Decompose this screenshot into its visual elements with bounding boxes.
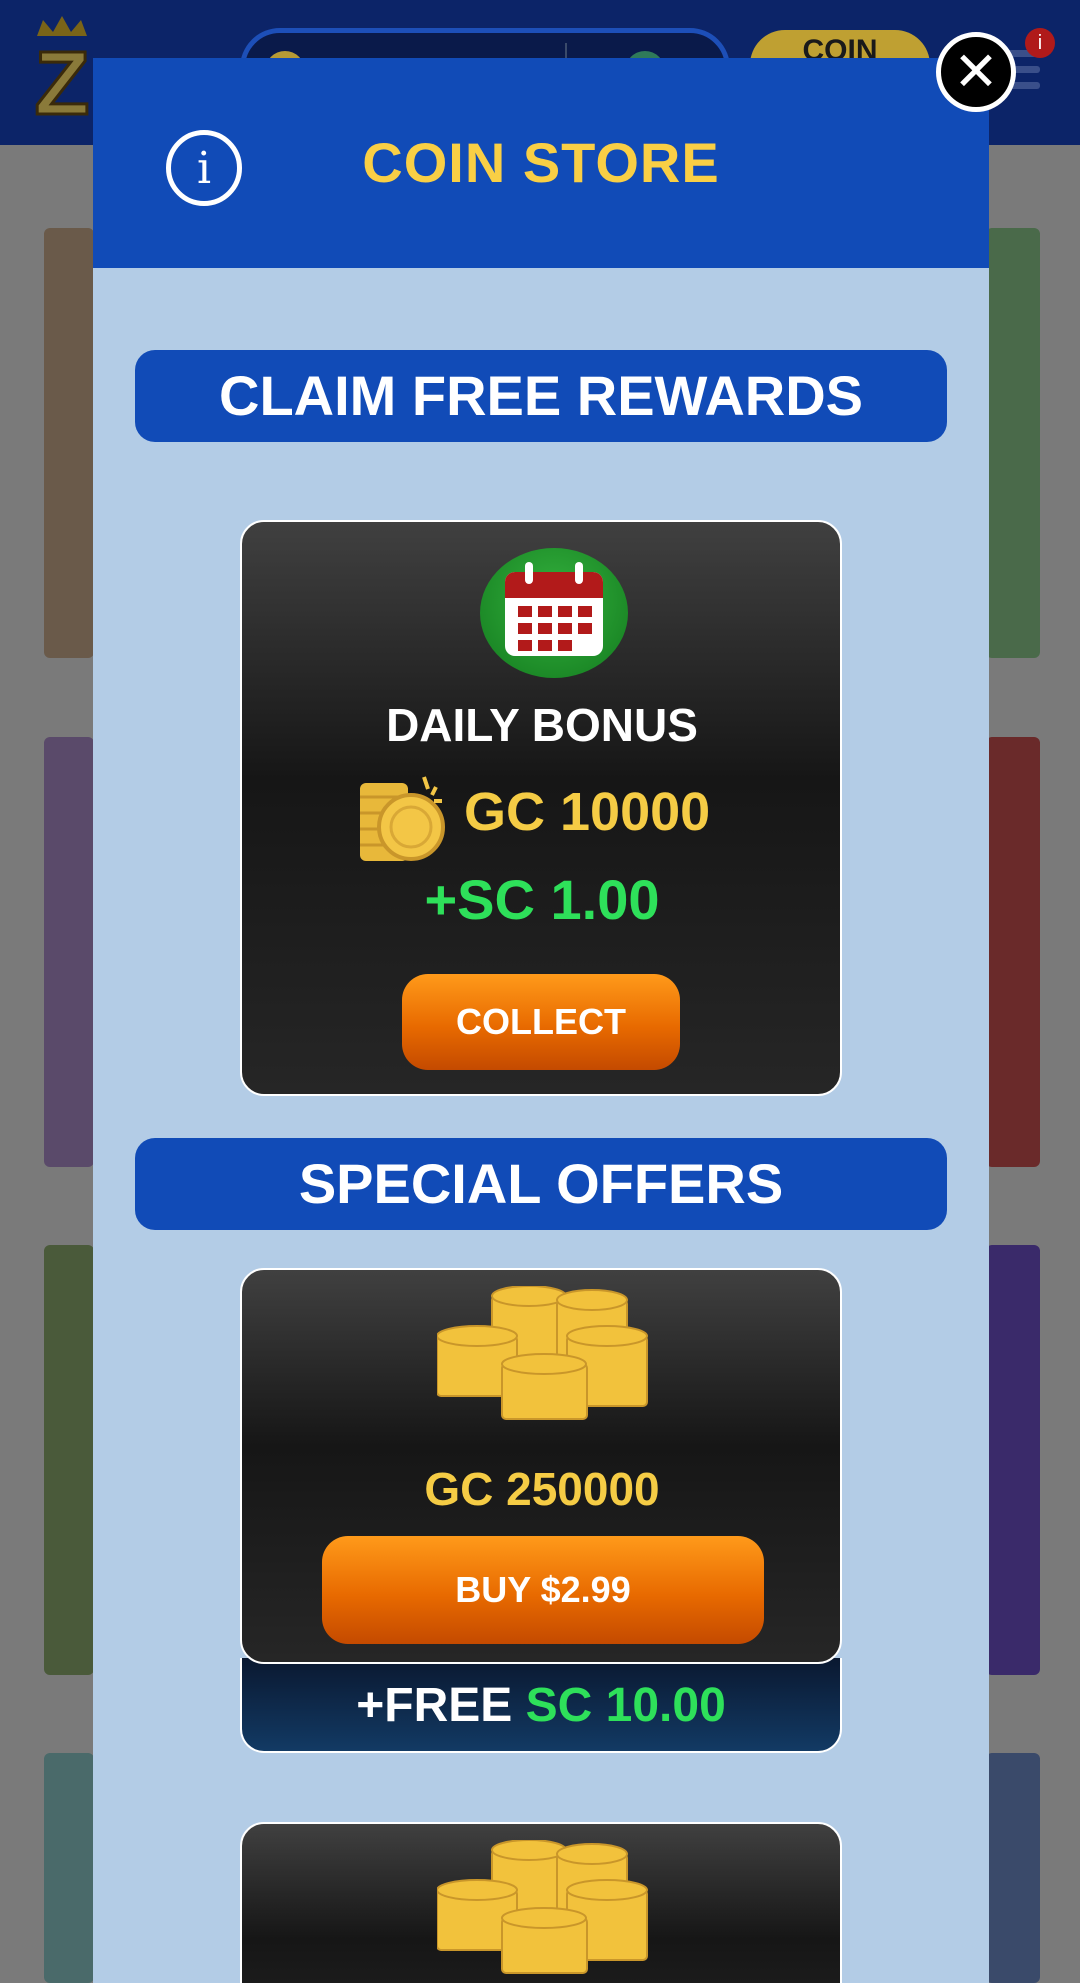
modal-title: COIN STORE: [362, 131, 720, 194]
game-tile: [44, 228, 94, 658]
daily-sc-amount: +SC 1.00: [424, 868, 660, 931]
close-icon[interactable]: ✕: [936, 32, 1016, 112]
game-tile: [986, 737, 1040, 1167]
game-tile: [986, 1753, 1040, 1983]
game-tile: [986, 228, 1040, 658]
calendar-icon: [480, 548, 628, 678]
app-logo: Z: [33, 16, 91, 124]
game-tile: [986, 1245, 1040, 1675]
offer-bonus-strip: +FREE SC 10.00: [240, 1658, 842, 1753]
daily-bonus-card: DAILY BONUS GC 10000 +SC 1.00 COLLECT: [240, 520, 842, 1096]
daily-bonus-title: DAILY BONUS: [386, 699, 698, 751]
svg-text:Z: Z: [35, 34, 90, 124]
bonus-prefix: +FREE: [356, 1679, 513, 1732]
modal-header: i COIN STORE: [93, 58, 989, 268]
coin-stack-icon: [437, 1840, 648, 1974]
bonus-sc-amount: SC 10.00: [525, 1679, 726, 1732]
offer-card: [240, 1822, 842, 1983]
buy-button[interactable]: BUY $2.99: [322, 1536, 764, 1644]
gold-coin-icon: [360, 776, 445, 861]
game-tile: [44, 737, 94, 1167]
collect-button[interactable]: COLLECT: [402, 974, 680, 1070]
daily-gc-row: GC 10000: [242, 767, 842, 867]
offer-gc-amount: GC 250000: [424, 1463, 660, 1515]
game-tile: [44, 1753, 94, 1983]
notification-badge: i: [1025, 28, 1055, 58]
offer-card: GC 250000 BUY $2.99: [240, 1268, 842, 1664]
coin-stack-icon: [437, 1286, 648, 1420]
coin-store-modal: i COIN STORE CLAIM FREE REWARDS DAILY BO…: [93, 58, 989, 1983]
section-header-special-offers: SPECIAL OFFERS: [135, 1138, 947, 1230]
game-tile: [44, 1245, 94, 1675]
section-header-free-rewards: CLAIM FREE REWARDS: [135, 350, 947, 442]
daily-gc-amount: GC 10000: [464, 782, 711, 842]
